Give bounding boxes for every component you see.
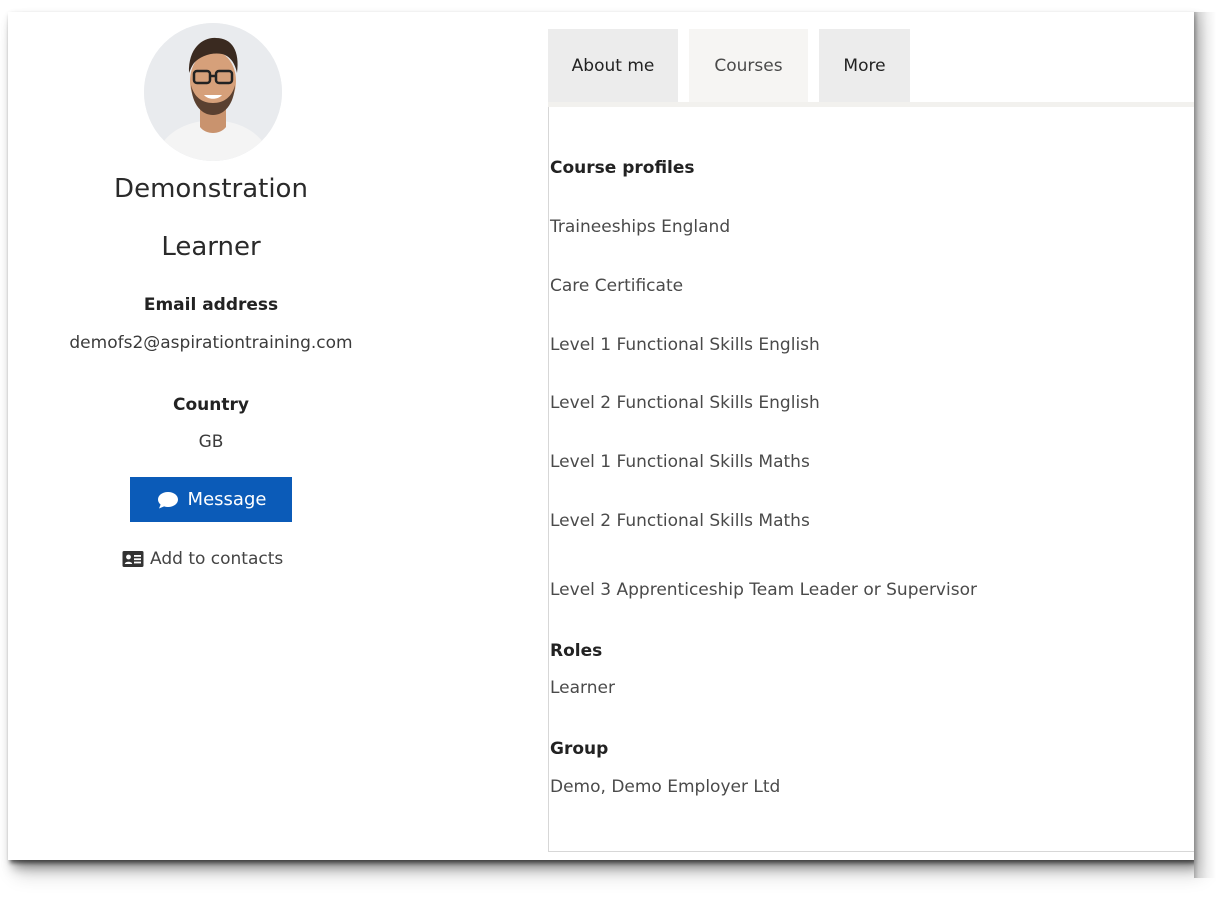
group-heading: Group xyxy=(550,739,609,759)
group-value: Demo, Demo Employer Ltd xyxy=(550,777,781,797)
course-item[interactable]: Level 1 Functional Skills English xyxy=(550,335,820,355)
country-value: GB xyxy=(198,432,224,452)
frame-edge-shadow xyxy=(1194,12,1216,878)
add-to-contacts-link[interactable]: Add to contacts xyxy=(122,549,283,569)
profile-name-first: Demonstration xyxy=(114,174,308,204)
user-avatar xyxy=(144,23,282,161)
course-item[interactable]: Level 1 Functional Skills Maths xyxy=(550,452,810,472)
tab-courses[interactable]: Courses xyxy=(689,29,808,102)
add-to-contacts-label: Add to contacts xyxy=(150,549,284,569)
roles-heading: Roles xyxy=(550,641,603,661)
course-item[interactable]: Traineeships England xyxy=(550,217,730,237)
email-value: demofs2@aspirationtraining.com xyxy=(69,333,353,353)
profile-tabs: About me Courses More xyxy=(548,29,910,102)
course-item[interactable]: Level 3 Apprenticeship Team Leader or Su… xyxy=(550,580,977,600)
speech-bubble-icon xyxy=(157,491,178,508)
email-label: Email address xyxy=(143,295,279,315)
avatar-portrait xyxy=(144,23,282,161)
message-button-label: Message xyxy=(187,489,267,510)
course-item[interactable]: Level 2 Functional Skills Maths xyxy=(550,511,810,531)
tab-about-me[interactable]: About me xyxy=(548,29,678,102)
screenshot-frame: Demonstration Learner Email address demo… xyxy=(8,12,1194,860)
address-card-icon xyxy=(122,551,144,567)
course-item[interactable]: Level 2 Functional Skills English xyxy=(550,393,820,413)
message-button[interactable]: Message xyxy=(130,477,292,522)
profile-name-last: Learner xyxy=(161,232,261,262)
roles-value: Learner xyxy=(550,678,615,698)
country-label: Country xyxy=(173,395,249,415)
course-item[interactable]: Care Certificate xyxy=(550,276,683,296)
course-profiles-heading: Course profiles xyxy=(550,158,695,178)
tab-more[interactable]: More xyxy=(819,29,910,102)
profile-card: Demonstration Learner Email address demo… xyxy=(8,12,428,860)
